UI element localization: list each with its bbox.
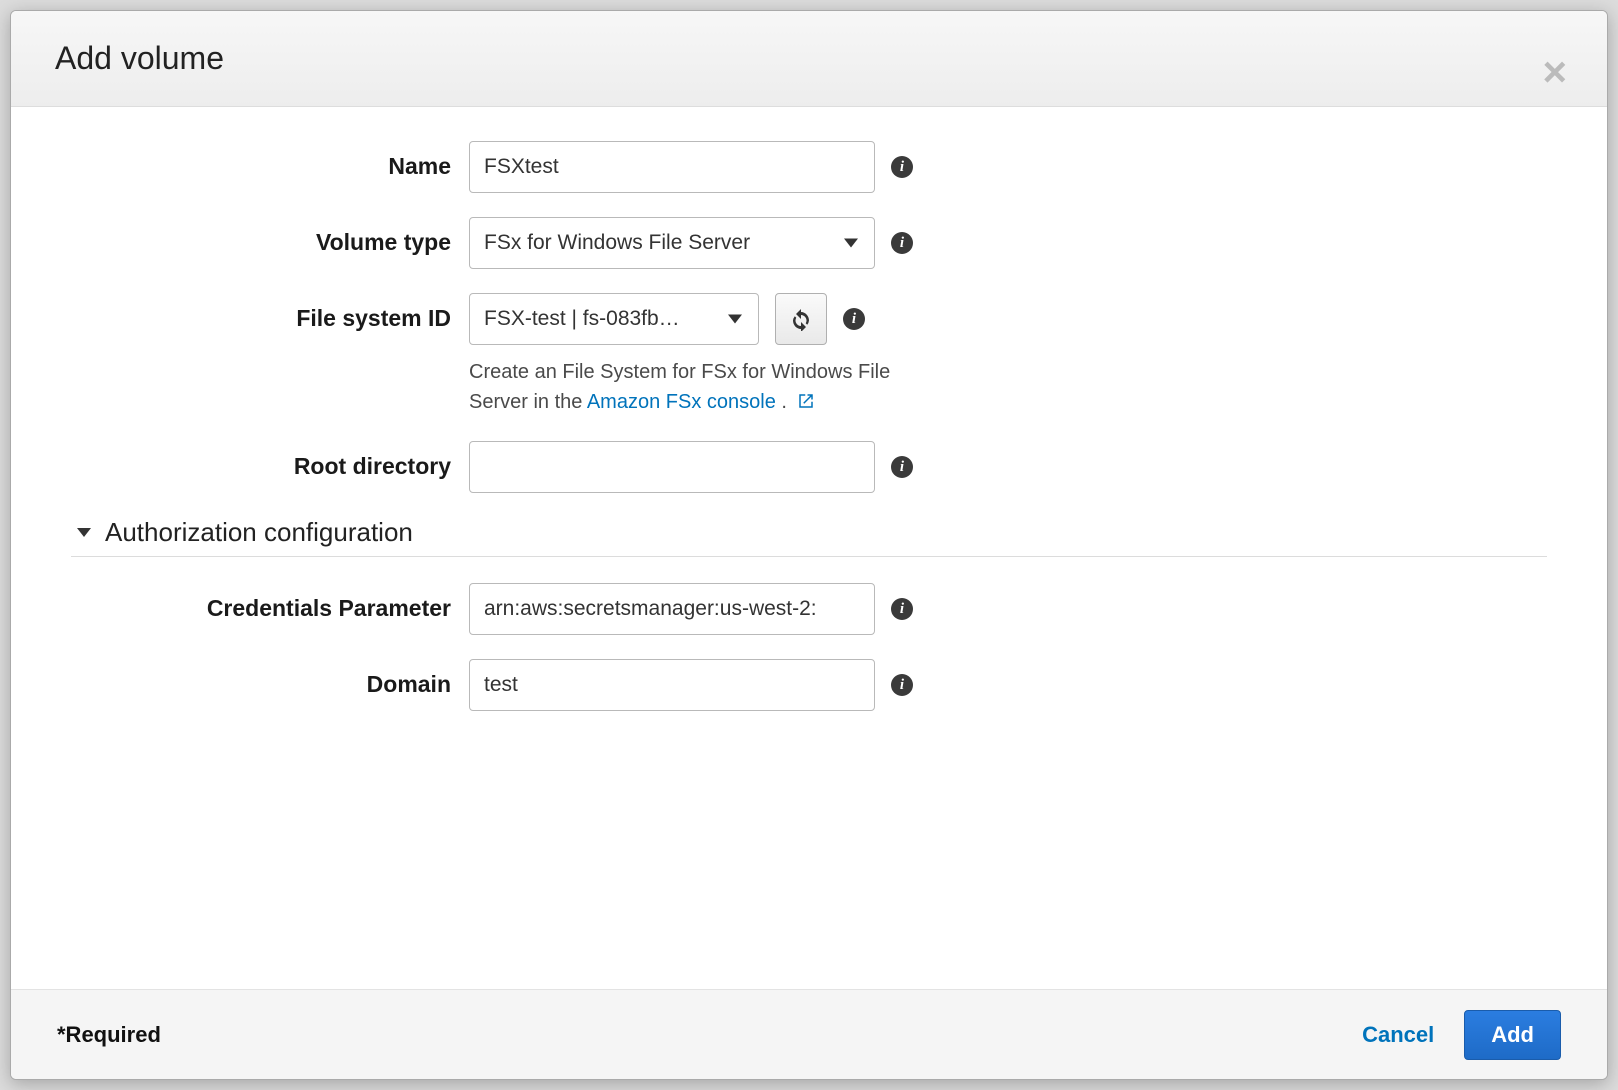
root-directory-input[interactable] [469,441,875,493]
row-name: Name i [71,141,1547,193]
domain-input[interactable] [469,659,875,711]
file-system-id-select[interactable]: FSX-test | fs-083fb… [469,293,759,345]
refresh-button[interactable] [775,293,827,345]
external-link-icon [797,391,815,413]
add-volume-modal: Add volume × Name i Volume type [10,10,1608,1080]
label-file-system-id: File system ID [71,293,451,332]
label-domain: Domain [71,659,451,698]
file-system-helper: Create an File System for FSx for Window… [469,357,909,417]
row-file-system-id: File system ID FSX-test | fs-083fb… i [71,293,1547,417]
volume-type-select[interactable]: FSx for Windows File Server [469,217,875,269]
info-icon[interactable]: i [891,232,913,254]
section-authorization-toggle[interactable]: Authorization configuration [71,517,1547,557]
helper-suffix: . [776,391,787,413]
cancel-button[interactable]: Cancel [1362,1022,1434,1048]
info-icon[interactable]: i [891,456,913,478]
close-icon[interactable]: × [1542,51,1567,93]
row-volume-type: Volume type FSx for Windows File Server … [71,217,1547,269]
row-credentials-parameter: Credentials Parameter i [71,583,1547,635]
label-root-directory: Root directory [71,441,451,480]
row-root-directory: Root directory i [71,441,1547,493]
modal-header: Add volume × [11,11,1607,107]
label-volume-type: Volume type [71,217,451,256]
chevron-down-icon [728,315,742,324]
info-icon[interactable]: i [891,598,913,620]
file-system-id-selected: FSX-test | fs-083fb… [484,307,680,331]
row-domain: Domain i [71,659,1547,711]
info-icon[interactable]: i [843,308,865,330]
fsx-console-link[interactable]: Amazon FSx console [587,391,776,413]
name-input[interactable] [469,141,875,193]
info-icon[interactable]: i [891,674,913,696]
chevron-down-icon [77,528,91,537]
modal-body: Name i Volume type FSx for Windows File … [11,107,1607,989]
modal-title: Add volume [55,40,224,77]
label-credentials-parameter: Credentials Parameter [71,583,451,622]
chevron-down-icon [844,239,858,248]
label-name: Name [71,141,451,180]
required-note: *Required [57,1022,161,1048]
modal-footer: *Required Cancel Add [11,989,1607,1079]
refresh-icon [789,307,813,331]
add-button[interactable]: Add [1464,1010,1561,1060]
section-authorization-title: Authorization configuration [105,517,413,548]
info-icon[interactable]: i [891,156,913,178]
credentials-parameter-input[interactable] [469,583,875,635]
volume-type-selected: FSx for Windows File Server [484,231,750,255]
